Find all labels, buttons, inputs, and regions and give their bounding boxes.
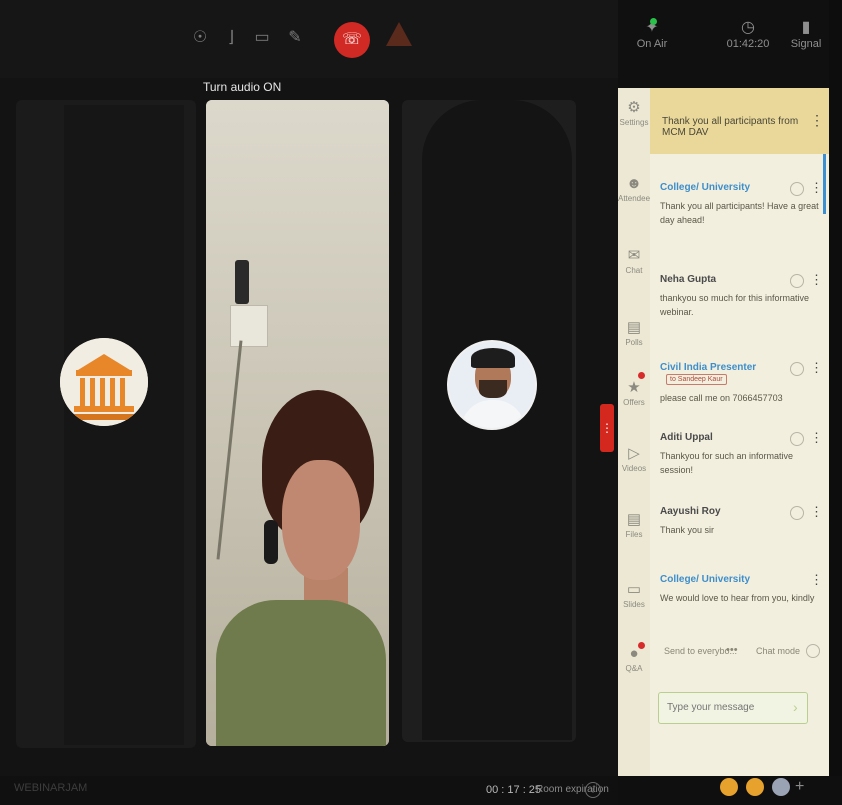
message-text: Thank you sir	[660, 525, 715, 535]
chat-input[interactable]	[659, 693, 789, 721]
chat-input-box[interactable]: ›	[658, 692, 808, 724]
react-icon[interactable]	[790, 274, 804, 288]
clock-icon: ◷	[741, 19, 755, 36]
chat-message: College/ University Thank you all partic…	[660, 180, 823, 227]
warning-icon[interactable]	[386, 22, 412, 46]
chat-mode-icon[interactable]	[806, 644, 820, 658]
chat-message: Neha Gupta thankyou so much for this inf…	[660, 272, 823, 319]
poll-icon: ▤	[626, 319, 642, 336]
rail-item-settings[interactable]: ⚙ Settings	[618, 98, 650, 127]
chat-icon: ✉	[627, 247, 641, 264]
room-timer: 00 : 17 : 25	[486, 784, 542, 796]
video-icon: ▷	[628, 445, 640, 462]
signal-icon: ▮	[801, 19, 811, 36]
rail-item-slides[interactable]: ▭ Slides	[618, 580, 650, 609]
chat-message: Aayushi Roy Thank you sir ⋮	[660, 504, 823, 537]
presenter-avatar	[447, 340, 537, 430]
rail-item-offers[interactable]: ★ Offers	[618, 378, 650, 407]
rail-item-videos[interactable]: ▷ Videos	[618, 444, 650, 473]
react-icon[interactable]	[790, 362, 804, 376]
chat-message: Civil India Presenterto Sandeep Kaur ple…	[660, 360, 823, 405]
attendee-mini-avatar[interactable]	[746, 778, 764, 796]
pinned-message-text: Thank you all participants from MCM DAV	[662, 116, 799, 138]
chat-message: Aditi Uppal Thankyou for such an informa…	[660, 430, 823, 477]
rail-item-qa[interactable]: ● Q&A	[618, 644, 650, 673]
rail-item-chat[interactable]: ✉ Chat	[618, 246, 650, 275]
compose-options: Send to everybo... ••• Chat mode	[660, 642, 820, 662]
screen-share-icon[interactable]: ▭	[253, 28, 271, 48]
message-menu-icon[interactable]: ⋮	[810, 504, 823, 520]
react-icon[interactable]	[790, 182, 804, 196]
react-icon[interactable]	[790, 432, 804, 446]
session-clock: ◷ 01:42:20	[718, 18, 778, 50]
wall-socket	[230, 305, 268, 347]
offer-icon: ★	[627, 379, 641, 396]
qa-icon: ●	[629, 645, 639, 662]
rail-item-polls[interactable]: ▤ Polls	[618, 318, 650, 347]
audio-tooltip: Turn audio ON	[203, 80, 282, 94]
gear-icon: ⚙	[627, 99, 641, 116]
qa-notification-dot	[638, 642, 645, 649]
pen-icon[interactable]: ✎	[286, 28, 304, 48]
slides-icon: ▭	[626, 581, 642, 598]
message-menu-icon[interactable]: ⋮	[810, 272, 823, 288]
add-icon[interactable]: +	[795, 778, 804, 796]
message-menu-icon[interactable]: ⋮	[810, 180, 823, 196]
sidebar-rail: ⚙ Settings ☻ Attendees ✉ Chat ▤ Polls ★ …	[618, 88, 654, 776]
message-text: Thankyou for such an informative session…	[660, 451, 794, 475]
panel-toggle-button[interactable]: ⋮	[600, 404, 614, 452]
send-more-icon[interactable]: •••	[726, 644, 738, 656]
headset-icon	[264, 520, 278, 564]
recipient-badge: to Sandeep Kaur	[666, 374, 727, 385]
speaker-face	[282, 460, 360, 580]
top-toolbar: ☉ ⌋ ▭ ✎ ☏	[0, 0, 618, 78]
info-icon[interactable]: i	[585, 782, 601, 798]
brand-logo: WEBINARJAM	[14, 782, 88, 794]
react-icon[interactable]	[790, 506, 804, 520]
live-dot	[650, 18, 657, 25]
message-text: please call me on 7066457703	[660, 393, 783, 403]
chat-mode-toggle[interactable]: Chat mode	[756, 646, 800, 656]
chat-message: College/ University We would love to hea…	[660, 572, 823, 605]
pinned-message[interactable]: Thank you all participants from MCM DAV …	[650, 88, 829, 154]
attendee-mini-avatar[interactable]	[720, 778, 738, 796]
message-menu-icon[interactable]: ⋮	[810, 572, 823, 588]
message-menu-icon[interactable]: ⋮	[810, 360, 823, 376]
chat-panel: Thank you all participants from MCM DAV …	[650, 88, 829, 776]
participant-video-center[interactable]	[206, 100, 389, 746]
webcam-icon[interactable]: ☉	[191, 28, 209, 48]
pinned-menu-icon[interactable]: ⋮	[810, 112, 824, 129]
message-text: Thank you all participants! Have a great…	[660, 201, 819, 225]
file-icon: ▤	[626, 511, 642, 528]
phone-object	[235, 260, 249, 304]
people-icon: ☻	[626, 175, 642, 192]
message-menu-icon[interactable]: ⋮	[810, 430, 823, 446]
more-vertical-icon: ⋮	[601, 421, 613, 435]
sidebar-header: ✦ On Air ◷ 01:42:20 ▮ Signal	[618, 0, 842, 88]
message-text: We would love to hear from you, kindly	[660, 593, 815, 603]
rail-item-files[interactable]: ▤ Files	[618, 510, 650, 539]
signal-indicator: ▮ Signal	[788, 18, 824, 50]
rail-item-attendees[interactable]: ☻ Attendees	[618, 174, 654, 203]
offers-notification-dot	[638, 372, 645, 379]
message-text: thankyou so much for this informative we…	[660, 293, 810, 317]
send-icon[interactable]: ›	[793, 699, 798, 715]
college-logo-icon	[60, 338, 148, 426]
message-author: College/ University	[660, 574, 751, 585]
end-call-icon: ☏	[341, 31, 362, 48]
webinar-stage: ☉ ⌋ ▭ ✎ ☏ Turn audio ON ⋮ WEBINARJAM 00 …	[0, 0, 842, 805]
attendee-mini-avatar[interactable]	[772, 778, 790, 796]
microphone-icon[interactable]: ⌋	[222, 28, 240, 48]
end-call-button[interactable]: ☏	[334, 22, 370, 58]
college-logo-avatar	[60, 338, 148, 426]
chat-scrollbar[interactable]	[823, 154, 826, 214]
